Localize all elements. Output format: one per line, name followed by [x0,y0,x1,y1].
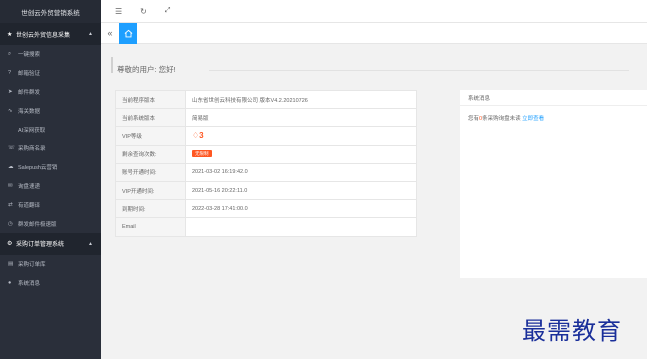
view-now-link[interactable]: 立即查看 [522,116,544,122]
sidebar-item-system-messages[interactable]: ● 系统消息 [0,274,101,293]
sidebar-item-label: 采购订单库 [18,262,46,269]
sidebar-group-label: 采购订单管理系统 [16,242,65,249]
row-value: 2021-05-16 20:22:11.0 [185,180,417,201]
sidebar-item-label: 邮箱验证 [18,71,41,78]
row-value: 无限制 [185,144,417,164]
row-value: 山东省世创云科技有限公司 版本V4.2.20210726 [185,89,417,110]
clock-icon: ◷ [8,220,13,227]
sidebar-item-order-library[interactable]: ▤ 采购订单库 [0,255,101,274]
row-key: 到期时间: [115,199,186,219]
row-value: 简易版 [185,108,417,128]
sidebar-item-label: Salepush云营销 [18,165,58,172]
sidebar-item-salepush[interactable]: ☁ Salepush云营销 [0,158,101,177]
sidebar-item-label: 群发邮件极速版 [18,221,57,228]
row-key: VIP开通时间: [115,180,186,201]
refresh-icon[interactable]: ↻ [140,7,147,16]
scroll-left-icon[interactable]: « [101,28,119,38]
home-icon [124,29,132,37]
row-key: 当前系统版本 [115,108,186,128]
row-key: Email [115,217,186,237]
gear-icon: ⚙ [7,241,13,248]
send-icon: ➤ [8,88,13,95]
fullscreen-icon[interactable]: ⤢ [165,7,171,15]
menu-toggle-icon[interactable]: ☰ [115,7,122,16]
message-text: 条采购询盘未读 [482,116,521,122]
sidebar-item-email-verify[interactable]: ? 邮箱验证 [0,64,101,83]
unlimited-badge: 无限制 [192,150,212,158]
table-row: 到期时间: 2022-03-28 17:41:00.0 [115,199,417,219]
divider [209,70,629,71]
sidebar: 世创云外贸营销系统 ★ 世创云外贸信息采集 ▲ ⌕ 一键搜索 ? 邮箱验证 ➤ … [0,0,101,359]
sidebar-group-label: 世创云外贸信息采集 [16,32,71,39]
card-title: 系统消息 [460,90,647,106]
phone-icon: ☏ [8,145,15,152]
sidebar-item-label: 采购商名录 [18,146,46,153]
message-text: 您有 [468,116,480,122]
row-value: ♢3 [185,126,417,146]
star-icon: ★ [7,31,13,38]
sidebar-item-customs-data[interactable]: ∿ 海关数据 [0,101,101,120]
chart-icon: ∿ [8,107,13,114]
sidebar-item-label: 海关数据 [18,108,41,115]
caret-up-icon: ▲ [88,31,93,37]
row-value: 2021-03-02 16:19:42.0 [185,162,417,182]
sidebar-item-label: 邮件群发 [18,89,41,96]
table-row: 剩余查询次数: 无限制 [115,144,417,164]
account-info-table: 当前程序版本 山东省世创云科技有限公司 版本V4.2.20210726 当前系统… [115,89,417,237]
message-icon: ✉ [8,182,13,189]
sidebar-item-label: 有道翻译 [18,202,41,209]
question-icon: ? [8,70,12,77]
row-key: 剩余查询次数: [115,144,186,164]
sidebar-item-label: AI深网获取 [18,127,46,134]
greeting-text: 尊敬的用户: 您好! [117,65,176,74]
tab-home[interactable] [119,22,137,44]
sidebar-item-ai-deepweb[interactable]: AI深网获取 [0,120,101,139]
row-value [185,217,417,237]
caret-up-icon: ▲ [88,240,93,247]
sidebar-group-info-collection[interactable]: ★ 世创云外贸信息采集 ▲ [0,23,101,45]
sidebar-item-label: 一键搜索 [18,52,41,59]
sidebar-item-label: 系统消息 [18,281,41,288]
table-row: VIP开通时间: 2021-05-16 20:22:11.0 [115,180,417,201]
table-row: Email [115,217,417,237]
system-message-card: 系统消息 您有0条采购询盘未读 立即查看 [460,90,647,278]
doc-icon: ▤ [8,261,14,268]
tab-bar: « [101,22,647,44]
row-key: 当前程序版本 [115,89,186,110]
table-row: 账号开通时间: 2021-03-02 16:19:42.0 [115,162,417,182]
sidebar-group-order-management[interactable]: ⚙ 采购订单管理系统 ▲ [0,232,101,255]
row-value: 2022-03-28 17:41:00.0 [185,199,417,219]
cloud-icon: ☁ [8,164,14,171]
vip-level: 3 [199,131,204,141]
sidebar-item-inquiry-express[interactable]: ✉ 询盘速递 [0,177,101,196]
sidebar-item-youdao-translate[interactable]: ⇄ 有道翻译 [0,195,101,214]
watermark: 最需教育 [522,317,622,345]
sidebar-item-mass-mail[interactable]: ➤ 邮件群发 [0,83,101,102]
sidebar-item-label: 询盘速递 [18,183,41,190]
sidebar-item-search[interactable]: ⌕ 一键搜索 [0,45,101,64]
table-row: VIP等级 ♢3 [115,126,417,146]
translate-icon: ⇄ [8,201,13,208]
search-icon: ⌕ [8,50,12,57]
row-key: 账号开通时间: [115,162,186,182]
table-row: 当前系统版本 简易版 [115,108,417,128]
row-key: VIP等级 [115,126,186,146]
top-toolbar: ☰ ↻ ⤢ [101,0,647,23]
sidebar-item-buyer-directory[interactable]: ☏ 采购商名录 [0,139,101,158]
bell-icon: ● [8,280,12,287]
sidebar-item-fast-mass-mail[interactable]: ◷ 群发邮件极速版 [0,214,101,233]
table-row: 当前程序版本 山东省世创云科技有限公司 版本V4.2.20210726 [115,89,417,110]
app-title: 世创云外贸营销系统 [0,0,101,23]
card-body: 您有0条采购询盘未读 立即查看 [460,106,647,130]
